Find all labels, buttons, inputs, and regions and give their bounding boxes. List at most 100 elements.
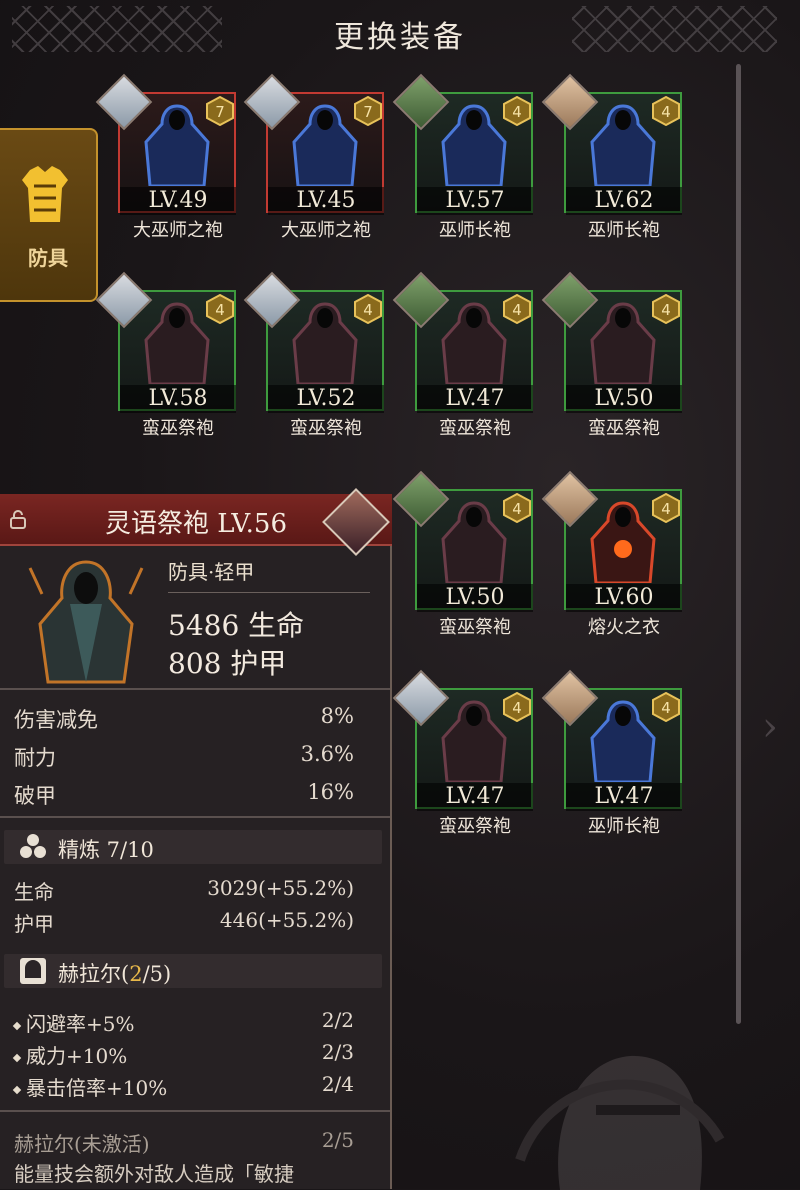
divider — [0, 816, 390, 818]
svg-text:4: 4 — [661, 699, 671, 717]
equipment-card[interactable]: 4 LV.47 巫师长袍 — [541, 669, 684, 837]
item-detail-panel: 灵语祭袍 LV.56 防具·轻甲 5486 生命 808 护甲 伤害减免 8% 耐… — [0, 488, 392, 1189]
item-name: 巫师长袍 — [588, 220, 660, 241]
svg-text:4: 4 — [661, 500, 671, 518]
item-name: 蛮巫祭袍 — [290, 418, 362, 439]
equipment-card[interactable]: 4 LV.47 蛮巫祭袍 — [392, 669, 535, 837]
rank-badge-icon: 4 — [652, 692, 680, 722]
set-bonus-row: 暴击倍率+10% 2/4 — [12, 1072, 354, 1101]
robe-icon — [590, 104, 656, 186]
rank-badge-icon: 4 — [206, 294, 234, 324]
svg-text:4: 4 — [215, 301, 225, 319]
rank-badge-icon: 7 — [354, 96, 382, 126]
level-label: LV.49 — [120, 187, 236, 215]
knight-helmet-watermark-icon — [515, 1055, 725, 1190]
level-label: LV.62 — [566, 187, 682, 215]
divider — [0, 688, 390, 690]
rank-badge-icon: 4 — [503, 294, 531, 324]
item-type: 防具·轻甲 — [168, 560, 255, 584]
equipment-card[interactable]: 4 LV.60 熔火之衣 — [541, 470, 684, 638]
item-name: 大巫师之袍 — [281, 220, 371, 241]
equipment-card[interactable]: 7 LV.49 大巫师之袍 — [95, 73, 238, 241]
level-label: LV.47 — [417, 385, 533, 413]
level-label: LV.45 — [268, 187, 384, 215]
refine-row: 生命 3029(+55.2%) — [14, 876, 354, 904]
svg-text:4: 4 — [512, 103, 522, 121]
robe-icon — [292, 302, 358, 384]
robe-icon — [590, 700, 656, 782]
set-bonus-row: 威力+10% 2/3 — [12, 1040, 354, 1069]
equipment-card[interactable]: 4 LV.62 巫师长袍 — [541, 73, 684, 241]
robe-icon — [292, 104, 358, 186]
refine-row: 护甲 446(+55.2%) — [14, 908, 354, 936]
scrollbar[interactable] — [736, 64, 741, 1024]
chevron-right-icon: › — [762, 704, 778, 750]
item-name: 巫师长袍 — [439, 220, 511, 241]
robe-icon — [590, 302, 656, 384]
divider — [168, 592, 370, 593]
set-bonus-row: 闪避率+5% 2/2 — [12, 1008, 354, 1037]
set-description: 能量技会额外对敌人造成「敏捷 — [14, 1162, 294, 1186]
level-label: LV.60 — [566, 584, 682, 612]
svg-text:4: 4 — [661, 103, 671, 121]
svg-text:4: 4 — [512, 301, 522, 319]
level-label: LV.47 — [417, 783, 533, 811]
divider — [0, 1110, 390, 1112]
equipment-card[interactable]: 4 LV.57 巫师长袍 — [392, 73, 535, 241]
robe-icon — [441, 700, 507, 782]
refine-gems-icon — [20, 834, 46, 858]
equipment-card[interactable]: 4 LV.50 蛮巫祭袍 — [541, 271, 684, 439]
rank-badge-icon: 4 — [354, 294, 382, 324]
item-name: 蛮巫祭袍 — [142, 418, 214, 439]
robe-icon — [441, 501, 507, 583]
robe-icon — [441, 104, 507, 186]
tab-armor[interactable]: 防具 — [0, 128, 98, 302]
rank-badge-icon: 4 — [652, 96, 680, 126]
page-title: 更换装备 — [334, 20, 466, 55]
rank-badge-icon: 4 — [652, 493, 680, 523]
armor-value: 808 护甲 — [168, 647, 287, 680]
rank-badge-icon: 4 — [503, 96, 531, 126]
set-label: 赫拉尔(2/5) — [58, 962, 172, 986]
equipment-card[interactable]: 4 LV.52 蛮巫祭袍 — [243, 271, 386, 439]
tab-armor-label: 防具 — [28, 246, 68, 270]
level-label: LV.50 — [417, 584, 533, 612]
svg-text:4: 4 — [661, 301, 671, 319]
level-label: LV.50 — [566, 385, 682, 413]
stat-row: 耐力 3.6% — [14, 742, 354, 770]
robe-icon — [441, 302, 507, 384]
helmet-set-icon — [20, 958, 46, 984]
rank-badge-icon: 7 — [206, 96, 234, 126]
equipment-card[interactable]: 4 LV.50 蛮巫祭袍 — [392, 470, 535, 638]
stat-row: 伤害减免 8% — [14, 704, 354, 732]
header: 更换装备 — [0, 0, 800, 62]
robe-art-icon — [28, 560, 144, 684]
svg-text:7: 7 — [215, 103, 225, 121]
item-name: 蛮巫祭袍 — [439, 816, 511, 837]
svg-text:4: 4 — [512, 500, 522, 518]
robe-icon — [144, 104, 210, 186]
hp-value: 5486 生命 — [168, 609, 305, 642]
equipment-card[interactable]: 7 LV.45 大巫师之袍 — [243, 73, 386, 241]
equipment-card[interactable]: 4 LV.58 蛮巫祭袍 — [95, 271, 238, 439]
robe-icon — [144, 302, 210, 384]
robe-icon — [590, 501, 656, 583]
equipment-card[interactable]: 4 LV.47 蛮巫祭袍 — [392, 271, 535, 439]
rank-badge-icon: 4 — [503, 493, 531, 523]
item-name: 蛮巫祭袍 — [439, 418, 511, 439]
set-inactive-row: 赫拉尔(未激活) 2/5 — [14, 1128, 354, 1156]
item-name: 蛮巫祭袍 — [439, 617, 511, 638]
item-name: 熔火之衣 — [588, 617, 660, 638]
item-name: 巫师长袍 — [588, 816, 660, 837]
item-name: 蛮巫祭袍 — [588, 418, 660, 439]
chest-armor-icon — [22, 166, 68, 222]
level-label: LV.47 — [566, 783, 682, 811]
refine-label: 精炼 7/10 — [58, 838, 154, 862]
svg-text:7: 7 — [363, 103, 373, 121]
level-label: LV.52 — [268, 385, 384, 413]
svg-text:4: 4 — [363, 301, 373, 319]
item-name: 大巫师之袍 — [133, 220, 223, 241]
level-label: LV.57 — [417, 187, 533, 215]
stat-row: 破甲 16% — [14, 780, 354, 808]
svg-text:4: 4 — [512, 699, 522, 717]
